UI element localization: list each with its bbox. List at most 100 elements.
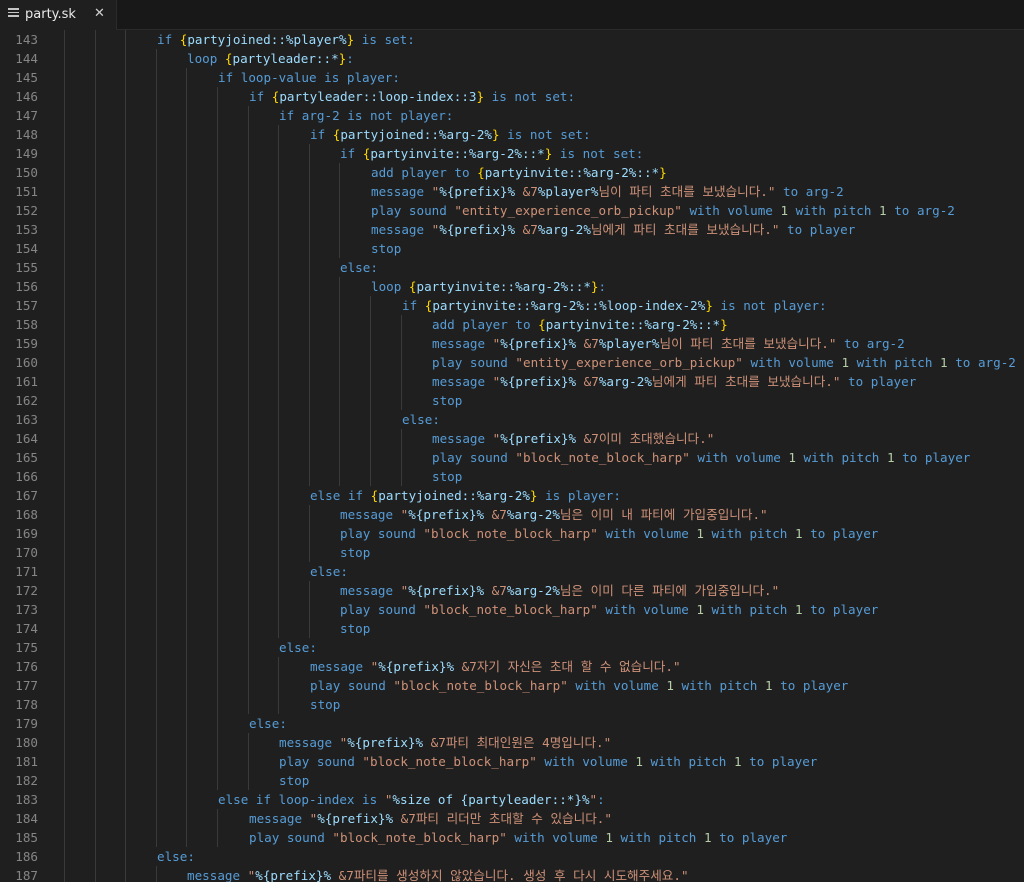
code-token: 님은 이미 내 파티에 가입중입니다." — [559, 507, 768, 522]
indent-guide — [217, 809, 218, 828]
indent-guide — [64, 638, 65, 657]
code-token: to player — [802, 602, 879, 617]
code-text: stop — [432, 467, 462, 486]
code-token: &7 — [515, 222, 538, 237]
code-token: 1 — [666, 678, 674, 693]
indent-guide — [125, 752, 126, 771]
code-token: } — [492, 127, 500, 142]
code-token: with pitch — [703, 526, 795, 541]
indent-guide — [156, 733, 157, 752]
code-token: } — [659, 165, 667, 180]
indent-guide — [125, 201, 126, 220]
indent-guide — [217, 657, 218, 676]
code-token: play sound — [310, 678, 394, 693]
indent-guide — [95, 125, 96, 144]
code-line: 165 play sound "block_note_block_harp" wi… — [0, 448, 1024, 467]
code-line: 182 stop — [0, 771, 1024, 790]
indent-guide — [217, 87, 218, 106]
code-text: if {partyjoined::%player%} is set: — [157, 30, 415, 49]
code-text: play sound "block_note_block_harp" with … — [310, 676, 848, 695]
code-token: play sound — [340, 526, 424, 541]
line-number: 150 — [15, 165, 38, 180]
indent-guide — [217, 600, 218, 619]
code-token: else: — [310, 564, 348, 579]
indent-guide — [370, 334, 371, 353]
code-line: 163 else: — [0, 410, 1024, 429]
indent-guide — [248, 258, 249, 277]
indent-guide — [64, 87, 65, 106]
code-token: %{prefix}% — [500, 374, 577, 389]
code-token: if — [310, 127, 333, 142]
indent-guide — [64, 733, 65, 752]
code-token: else if — [310, 488, 371, 503]
line-number: 161 — [15, 374, 38, 389]
indent-guide — [309, 353, 310, 372]
indent-guide — [217, 676, 218, 695]
code-token: 1 — [886, 450, 895, 465]
code-token: %arg-2% — [506, 583, 560, 598]
indent-guide — [339, 391, 340, 410]
indent-guide — [64, 239, 65, 258]
code-token: partyjoined::%player% — [187, 32, 347, 47]
code-line: 186 else: — [0, 847, 1024, 866]
code-line: 162 stop — [0, 391, 1024, 410]
indent-guide — [370, 372, 371, 391]
code-token: message — [279, 735, 340, 750]
indent-guide — [95, 68, 96, 87]
line-number: 160 — [15, 355, 38, 370]
line-number: 170 — [15, 545, 38, 560]
code-token: &7 — [576, 374, 599, 389]
indent-guide — [186, 695, 187, 714]
indent-guide — [95, 106, 96, 125]
line-number: 149 — [15, 146, 38, 161]
code-token: else: — [279, 640, 317, 655]
indent-guide — [309, 391, 310, 410]
indent-guide — [217, 695, 218, 714]
indent-guide — [95, 714, 96, 733]
code-token: with volume — [597, 602, 697, 617]
code-text: stop — [371, 239, 401, 258]
line-number: 175 — [15, 640, 38, 655]
indent-guide — [64, 543, 65, 562]
indent-guide — [278, 163, 279, 182]
indent-guide — [248, 315, 249, 334]
indent-guide — [156, 866, 157, 882]
indent-guide — [64, 619, 65, 638]
indent-guide — [156, 486, 157, 505]
code-token: &7 — [484, 507, 507, 522]
close-icon[interactable]: ✕ — [94, 6, 105, 21]
indent-guide — [125, 391, 126, 410]
indent-guide — [186, 277, 187, 296]
indent-guide — [309, 581, 310, 600]
indent-guide — [95, 486, 96, 505]
indent-guide — [186, 790, 187, 809]
code-token: "entity_experience_orb_pickup" — [454, 203, 682, 218]
code-token: %{prefix}% — [439, 222, 516, 237]
code-token: add player to — [371, 165, 478, 180]
code-text: if arg-2 is not player: — [279, 106, 453, 125]
code-line: 154 stop — [0, 239, 1024, 258]
indent-guide — [309, 448, 310, 467]
indent-guide — [248, 410, 249, 429]
code-line: 166 stop — [0, 467, 1024, 486]
code-token: { — [538, 317, 546, 332]
code-token: to player — [711, 830, 788, 845]
editor-tab-party-sk[interactable]: party.sk ✕ — [0, 0, 117, 30]
code-editor[interactable]: 143 if {partyjoined::%player%} is set: 144… — [0, 30, 1024, 882]
indent-guide — [278, 524, 279, 543]
indent-guide — [95, 524, 96, 543]
code-token: with pitch — [642, 754, 734, 769]
code-token: &7파티 최대인원은 4명입니다." — [423, 735, 612, 750]
code-token: with volume — [689, 450, 789, 465]
line-number: 144 — [15, 51, 38, 66]
code-line: 167 else if {partyjoined::%arg-2%} is pla… — [0, 486, 1024, 505]
code-token: { — [408, 279, 417, 294]
indent-guide — [95, 239, 96, 258]
code-token: with volume — [597, 526, 697, 541]
line-number: 171 — [15, 564, 38, 579]
indent-guide — [339, 163, 340, 182]
indent-guide — [125, 296, 126, 315]
line-number: 167 — [15, 488, 38, 503]
code-line: 153 message "%{prefix}% &7%arg-2%님에게 파티 초… — [0, 220, 1024, 239]
code-line: 171 else: — [0, 562, 1024, 581]
